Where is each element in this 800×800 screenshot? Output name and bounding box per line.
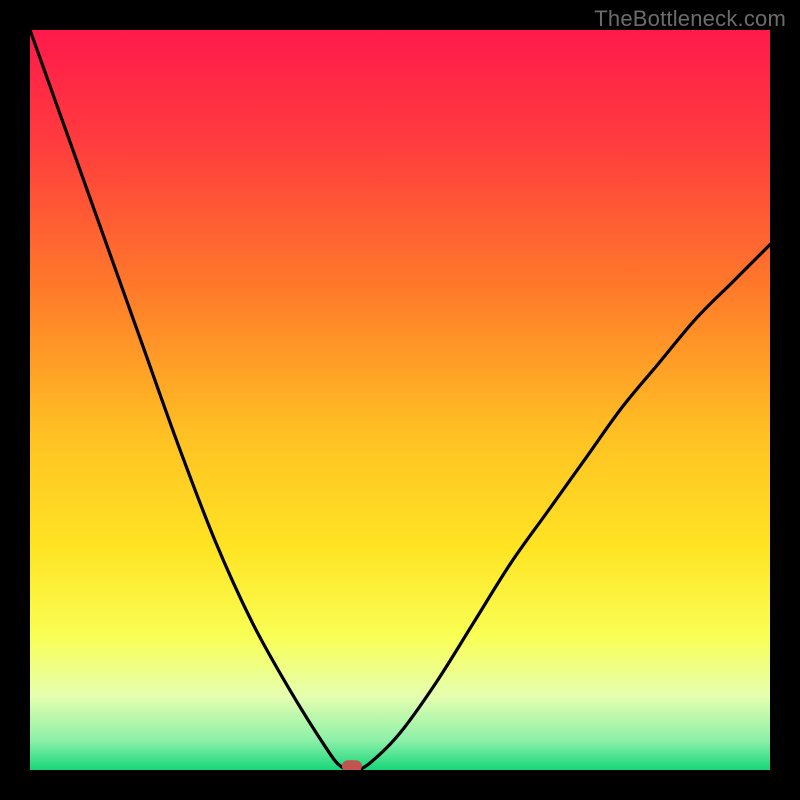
chart-frame: TheBottleneck.com [0,0,800,800]
optimum-marker [342,760,362,770]
chart-background [30,30,770,770]
watermark-text: TheBottleneck.com [594,6,786,32]
bottleneck-chart [30,30,770,770]
